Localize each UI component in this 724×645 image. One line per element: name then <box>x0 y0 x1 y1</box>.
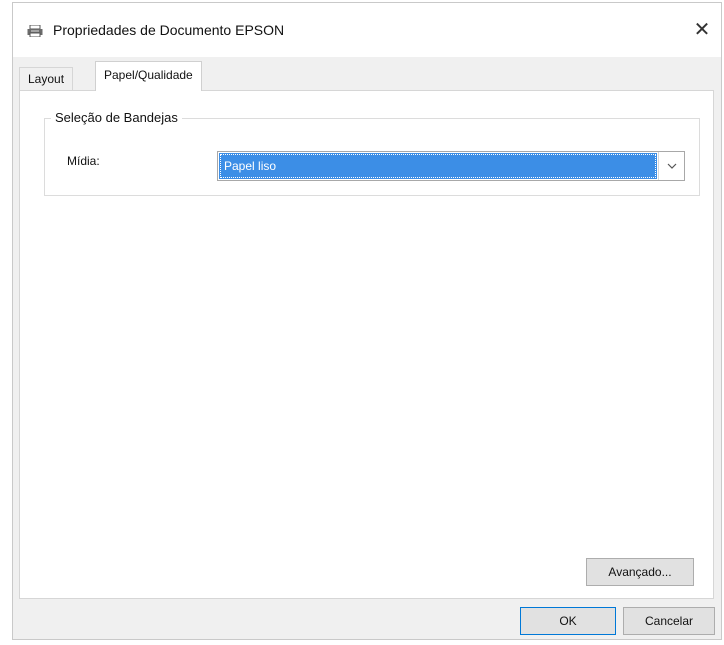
media-dropdown[interactable]: Papel liso <box>217 151 685 181</box>
tab-paper-quality[interactable]: Papel/Qualidade <box>95 61 202 91</box>
media-selected-value: Papel liso <box>219 153 657 179</box>
chevron-down-icon <box>667 163 677 169</box>
media-label: Mídia: <box>67 154 100 168</box>
close-icon: ✕ <box>693 19 711 41</box>
paper-quality-panel: Seleção de Bandejas Mídia: Papel liso Av… <box>19 90 714 599</box>
tab-layout[interactable]: Layout <box>19 67 74 91</box>
tray-selection-group: Seleção de Bandejas Mídia: Papel liso <box>44 110 700 196</box>
title-bar: Propriedades de Documento EPSON ✕ <box>13 3 721 57</box>
window-title: Propriedades de Documento EPSON <box>53 22 285 38</box>
tray-selection-legend: Seleção de Bandejas <box>51 110 182 125</box>
document-properties-dialog: Propriedades de Documento EPSON ✕ Layout… <box>12 2 722 640</box>
dropdown-arrow[interactable] <box>658 152 684 180</box>
advanced-button[interactable]: Avançado... <box>586 558 694 586</box>
printer-icon <box>27 25 43 37</box>
close-button[interactable]: ✕ <box>689 17 715 43</box>
cancel-button[interactable]: Cancelar <box>623 607 715 635</box>
ok-button[interactable]: OK <box>520 607 616 635</box>
